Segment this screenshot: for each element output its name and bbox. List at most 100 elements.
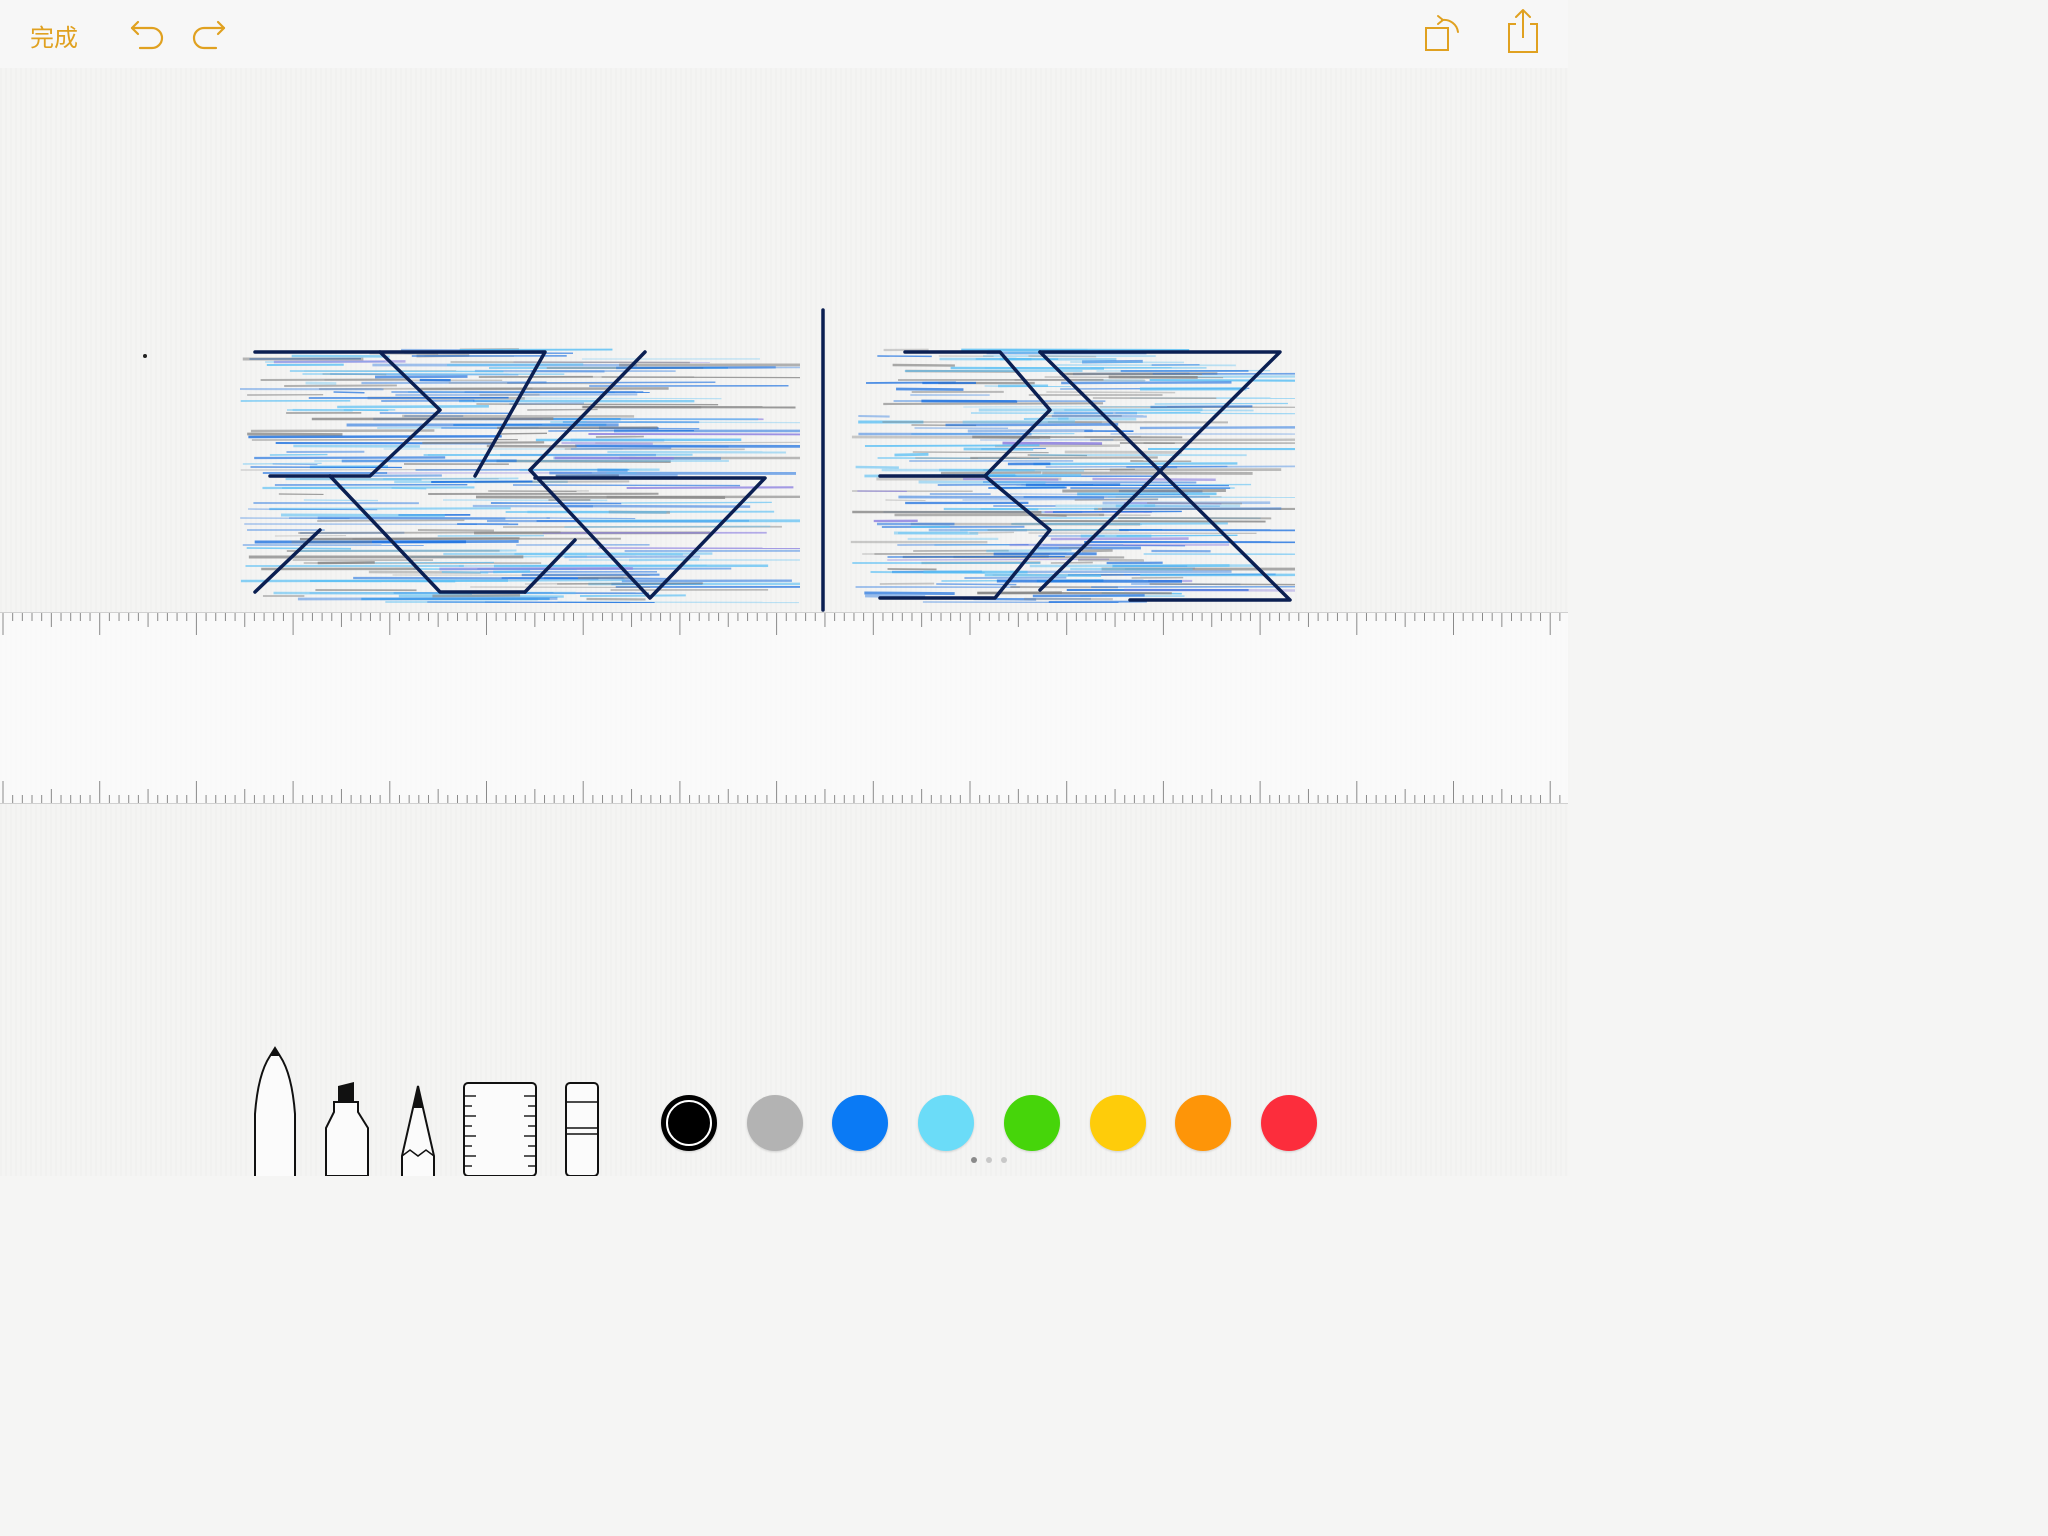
hatch-stroke: [897, 531, 968, 535]
ruler-tool[interactable]: [462, 1080, 538, 1176]
hatch-stroke: [864, 591, 955, 596]
hatch-stroke: [950, 366, 1105, 370]
hatch-stroke: [984, 573, 1102, 577]
pen-tool[interactable]: [250, 1044, 300, 1176]
hatch-stroke: [1081, 548, 1113, 553]
hatch-stroke: [858, 414, 890, 418]
hatch-stroke: [431, 480, 533, 483]
color-swatch-red[interactable]: [1261, 1095, 1317, 1151]
hatch-stroke: [254, 456, 446, 460]
hatch-stroke: [391, 487, 427, 490]
hatch-stroke: [870, 571, 985, 574]
hatch-stroke: [281, 513, 445, 518]
hatch-stroke: [1046, 391, 1176, 394]
color-swatch-green[interactable]: [1004, 1095, 1060, 1151]
hatch-stroke: [892, 363, 955, 367]
hatch-stroke: [1149, 378, 1296, 382]
hatch-stroke: [297, 597, 558, 601]
hatch-stroke: [1101, 507, 1282, 511]
hatch-stroke: [1044, 376, 1224, 379]
hatch-stroke: [485, 601, 630, 604]
hatch-stroke: [298, 531, 561, 534]
hatch-stroke: [447, 363, 584, 367]
hatch-stroke: [963, 477, 1059, 481]
hatch-stroke: [317, 519, 465, 522]
hatch-stroke: [1021, 484, 1229, 487]
hatch-stroke: [364, 561, 494, 564]
page-dot: [971, 1157, 977, 1163]
hatch-stroke: [896, 387, 964, 391]
hatch-stroke: [248, 508, 378, 511]
hatch-stroke: [1061, 381, 1232, 385]
hatch-stroke: [248, 435, 502, 439]
hatch-stroke: [383, 477, 519, 480]
hatch-stroke: [439, 567, 633, 571]
hatching-strokes: [240, 348, 1296, 604]
hatch-stroke: [555, 474, 678, 478]
hatch-stroke: [273, 360, 406, 364]
hatch-stroke: [422, 441, 545, 445]
hatch-stroke: [963, 405, 1168, 408]
pencil-tool[interactable]: [398, 1080, 438, 1176]
hatch-stroke: [1033, 462, 1238, 466]
hatch-stroke: [945, 423, 1119, 427]
hatch-stroke: [337, 405, 489, 409]
hatch-stroke: [1129, 411, 1201, 414]
hatch-stroke: [333, 391, 365, 394]
ruler-ticks: [2, 613, 1561, 803]
hatch-stroke: [1028, 355, 1097, 358]
hatch-stroke: [546, 517, 636, 520]
hatch-stroke: [851, 435, 1040, 439]
hatch-stroke: [1037, 520, 1266, 523]
hatch-stroke: [476, 495, 726, 499]
hatch-stroke: [498, 432, 548, 435]
hatch-stroke: [450, 361, 690, 364]
hatch-stroke: [570, 447, 672, 450]
hatch-stroke: [289, 370, 504, 373]
hatch-stroke: [441, 570, 489, 574]
hatch-stroke: [448, 382, 612, 385]
hatch-stroke: [1009, 493, 1188, 496]
hatch-stroke: [855, 465, 899, 469]
hatch-stroke: [1074, 498, 1159, 502]
hatch-stroke: [317, 561, 375, 565]
hatch-stroke: [894, 452, 929, 457]
marker-tool[interactable]: [324, 1080, 374, 1176]
hatch-stroke: [1112, 564, 1230, 568]
color-swatch-black[interactable]: [661, 1095, 717, 1151]
hatch-stroke: [912, 451, 1049, 454]
hatch-stroke: [476, 403, 719, 406]
hatch-stroke: [432, 593, 521, 598]
page-indicator: [967, 1157, 1017, 1165]
color-swatch-yellow[interactable]: [1090, 1095, 1146, 1151]
hatch-stroke: [561, 441, 653, 445]
color-swatch-orange[interactable]: [1175, 1095, 1231, 1151]
hatch-stroke: [272, 463, 318, 466]
hatch-stroke: [918, 480, 1046, 485]
hatch-stroke: [1045, 465, 1228, 468]
hatch-stroke: [626, 486, 794, 490]
hatch-stroke: [250, 429, 435, 433]
hatch-stroke: [578, 576, 631, 579]
hatch-stroke: [601, 376, 801, 379]
color-swatch-gray[interactable]: [747, 1095, 803, 1151]
hatch-stroke: [883, 402, 1104, 406]
hatch-stroke: [516, 397, 722, 400]
color-swatch-blue[interactable]: [832, 1095, 888, 1151]
sketch-drawing: [143, 308, 1296, 612]
hatch-stroke: [986, 549, 1072, 553]
hatch-stroke: [1139, 426, 1296, 430]
color-swatch-light-blue[interactable]: [918, 1095, 974, 1151]
hatch-stroke: [470, 586, 651, 589]
hatch-stroke: [564, 525, 771, 528]
ruler[interactable]: [0, 612, 1568, 804]
hatch-stroke: [616, 366, 776, 370]
hatch-stroke: [305, 381, 337, 385]
hatch-stroke: [512, 484, 741, 487]
hatch-stroke: [579, 594, 686, 598]
hatch-stroke: [1116, 534, 1238, 537]
eraser-tool[interactable]: [562, 1080, 602, 1176]
hatch-stroke: [557, 582, 704, 585]
hatch-stroke: [609, 421, 801, 424]
hatch-stroke: [247, 432, 343, 436]
